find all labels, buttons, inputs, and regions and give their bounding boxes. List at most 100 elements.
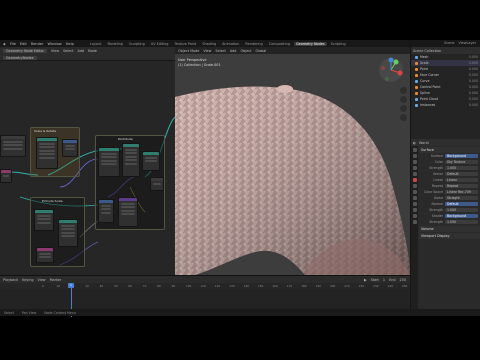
world-icon: ◐ <box>413 140 416 145</box>
start-frame-field[interactable]: 1 <box>383 278 385 282</box>
node-rotate-euler[interactable] <box>118 197 138 227</box>
timeline-tick: 0 <box>42 284 44 288</box>
prop-row[interactable]: Strength 1.000 <box>419 219 480 225</box>
node-group-output[interactable] <box>150 177 164 191</box>
properties-body: Surface Surface Background Color Sky Textu… <box>419 146 480 239</box>
perspective-icon[interactable] <box>400 114 407 121</box>
object-icon[interactable] <box>412 184 417 188</box>
menu-render[interactable]: Render <box>31 42 44 46</box>
menu-edit[interactable]: Edit <box>20 42 27 46</box>
render-icon[interactable] <box>412 154 417 158</box>
properties-tabs <box>411 146 418 314</box>
menu-window[interactable]: Window <box>48 42 62 46</box>
material-icon[interactable] <box>412 220 417 224</box>
tool-icon[interactable] <box>412 148 417 152</box>
tab-texture-paint[interactable]: Texture Paint <box>172 42 198 46</box>
tab-layout[interactable]: Layout <box>88 42 104 46</box>
current-frame-indicator[interactable]: 1 <box>68 283 74 288</box>
tl-menu-playback[interactable]: Playback <box>3 278 18 282</box>
timeline-tick: 210 <box>344 284 350 288</box>
modifier-icon[interactable] <box>412 190 417 194</box>
menu-help[interactable]: Help <box>66 42 74 46</box>
tab-rendering[interactable]: Rendering <box>243 42 264 46</box>
node-scale-extrude[interactable] <box>58 219 78 247</box>
status-context-menu: Node Context Menu <box>44 310 76 315</box>
camera-icon[interactable] <box>400 105 407 112</box>
play-icon[interactable]: ▶ <box>364 278 367 282</box>
timeline-tick: 100 <box>186 284 192 288</box>
transform-orientation[interactable]: Global <box>256 49 267 53</box>
node-extrude-mesh[interactable] <box>34 209 54 231</box>
node-scale-elements[interactable] <box>36 137 58 169</box>
timeline-tick: 190 <box>315 284 321 288</box>
properties-header: ◐ World <box>411 139 480 146</box>
outliner-panel[interactable]: Scene Collection Mesh 0.000 Scale 0.000 Po… <box>410 47 480 139</box>
scaled-mesh-render <box>175 47 410 275</box>
vp-menu-select[interactable]: Select <box>215 49 225 53</box>
vp-menu-add[interactable]: Add <box>230 49 237 53</box>
mode-selector[interactable]: Object Mode <box>178 49 199 53</box>
node-index[interactable] <box>0 169 12 183</box>
tl-menu-view[interactable]: View <box>38 278 46 282</box>
tab-uv-editing[interactable]: UV Editing <box>149 42 171 46</box>
physics-icon[interactable] <box>412 202 417 206</box>
viewlayer-selector[interactable]: ViewLayer <box>459 41 477 45</box>
scene-selectors: Scene ViewLayer <box>444 41 476 45</box>
node-realize-instances[interactable] <box>142 151 160 171</box>
output-icon[interactable] <box>412 160 417 164</box>
top-menu-bar: ◈ File Edit Render Window Help Layout Mo… <box>0 40 480 47</box>
blender-logo-icon[interactable]: ◈ <box>3 42 6 46</box>
section-viewport-display[interactable]: Viewport Display <box>419 233 480 239</box>
geometry-node-editor[interactable]: Geometry Node Editor View Select Add Nod… <box>0 47 175 275</box>
constraints-icon[interactable] <box>412 208 417 212</box>
collection-info: (1) Collection | Scale.001 <box>178 63 221 67</box>
status-select: Select <box>4 310 14 315</box>
properties-panel[interactable]: ◐ World Surface Surface Background Color S… <box>410 139 480 316</box>
tl-menu-keying[interactable]: Keying <box>22 278 33 282</box>
zoom-icon[interactable] <box>400 87 407 94</box>
tab-compositing[interactable]: Compositing <box>267 42 292 46</box>
scene-icon[interactable] <box>412 172 417 176</box>
outliner-title: Scene Collection <box>413 48 442 53</box>
node-instance-on-points[interactable] <box>122 143 140 177</box>
vp-menu-object[interactable]: Object <box>240 49 251 53</box>
node-random-value[interactable] <box>98 199 114 223</box>
timeline-tick: 180 <box>301 284 307 288</box>
timeline-ruler[interactable]: 0102030405060708090100110120130140150160… <box>0 283 410 289</box>
tab-modeling[interactable]: Modeling <box>105 42 124 46</box>
timeline-tick: 220 <box>358 284 365 288</box>
menu-file[interactable]: File <box>10 42 16 46</box>
navigation-gizmo[interactable] <box>378 57 404 83</box>
3d-viewport[interactable]: Object Mode View Select Add Object Globa… <box>175 47 410 275</box>
timeline-tick: 30 <box>85 284 89 288</box>
node-normal[interactable] <box>36 247 54 263</box>
particles-icon[interactable] <box>412 196 417 200</box>
timeline-tick: 10 <box>56 284 60 288</box>
viewport-header: Object Mode View Select Add Object Globa… <box>175 47 410 54</box>
tab-animation[interactable]: Animation <box>220 42 241 46</box>
status-pan: Pan View <box>21 310 37 315</box>
timeline-header: Playback Keying View Marker ▶ Start 1 En… <box>0 276 410 283</box>
timeline-tick: 40 <box>99 284 104 288</box>
list-item[interactable]: Instances 0.000 <box>411 102 480 108</box>
node-math[interactable] <box>62 139 78 157</box>
timeline-tick: 70 <box>142 284 147 288</box>
node-group-input[interactable] <box>0 135 26 157</box>
end-frame-field[interactable]: 250 <box>400 278 410 282</box>
pan-icon[interactable] <box>400 96 407 103</box>
scene-selector[interactable]: Scene <box>444 41 454 45</box>
node-distribute-points[interactable] <box>98 147 120 177</box>
view-layer-icon[interactable] <box>412 166 417 170</box>
world-tab-icon[interactable] <box>412 178 417 182</box>
timeline-tick: 110 <box>200 284 206 288</box>
timeline-tick: 50 <box>114 284 118 288</box>
tab-geometry-nodes[interactable]: Geometry Nodes <box>294 41 327 46</box>
tab-scripting[interactable]: Scripting <box>329 42 348 46</box>
frame-label-scale-rotate: Scale & Rotate <box>34 129 57 133</box>
section-volume[interactable]: Volume <box>419 226 480 232</box>
vp-menu-view[interactable]: View <box>203 49 211 53</box>
data-icon[interactable] <box>412 214 417 218</box>
tl-menu-marker[interactable]: Marker <box>50 278 62 282</box>
tab-sculpting[interactable]: Sculpting <box>127 42 147 46</box>
tab-shading[interactable]: Shading <box>200 42 218 46</box>
